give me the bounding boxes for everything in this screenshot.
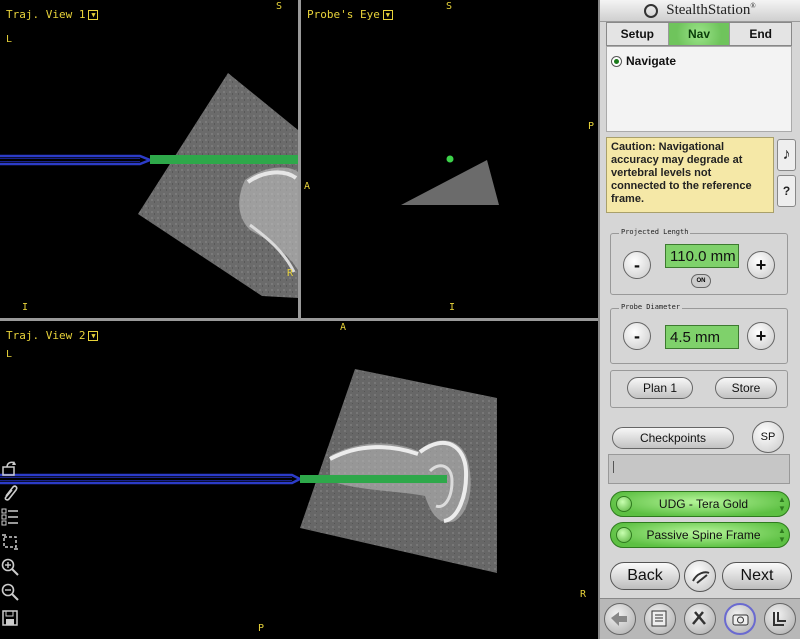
probe-diameter-minus-button[interactable]: -: [623, 322, 651, 350]
tools-icon[interactable]: [684, 603, 716, 635]
radio-selected-icon[interactable]: [611, 55, 622, 67]
orientation-right: P: [588, 121, 595, 132]
status-text-field[interactable]: [608, 454, 790, 484]
checkpoints-button[interactable]: Checkpoints: [612, 427, 734, 449]
help-icon[interactable]: ?: [777, 175, 796, 207]
chevron-down-icon[interactable]: ▼: [382, 9, 393, 20]
device-udg-tera-gold[interactable]: UDG - Tera Gold ▲ ▼: [610, 491, 790, 517]
projected-length-minus-button[interactable]: -: [623, 251, 651, 279]
plan-group: Plan 1 Store: [610, 370, 788, 408]
device-passive-spine-frame[interactable]: Passive Spine Frame ▲ ▼: [610, 522, 790, 548]
control-panel: StealthStation® Setup Nav End Navigate C…: [598, 0, 800, 639]
device-selector-icon[interactable]: ▲ ▼: [775, 526, 789, 544]
projected-length-on-toggle[interactable]: ON: [691, 274, 711, 288]
bottom-toolbar: [600, 598, 800, 639]
save-icon[interactable]: [0, 608, 20, 628]
orientation-left: A: [304, 181, 311, 192]
chevron-down-icon[interactable]: ▼: [88, 9, 99, 20]
tab-setup[interactable]: Setup: [607, 23, 669, 45]
tab-end[interactable]: End: [730, 23, 791, 45]
orientation-top: A: [340, 322, 347, 333]
exit-icon[interactable]: [764, 603, 796, 635]
orientation-top: S: [446, 1, 453, 12]
viewport-title[interactable]: Traj. View 1 ▼: [6, 8, 99, 21]
plan-1-button[interactable]: Plan 1: [627, 377, 693, 399]
projected-length-group: Projected Length - 110.0 mm ON +: [610, 228, 788, 295]
zoom-in-icon[interactable]: [0, 557, 20, 577]
orientation-bottom: P: [258, 623, 265, 634]
camera-icon[interactable]: [724, 603, 756, 635]
viewport-title-label: Traj. View 2: [6, 329, 86, 342]
projected-length-value[interactable]: 110.0 mm: [665, 244, 739, 268]
ct-slice-image: [0, 369, 497, 573]
ct-slice-image: [0, 73, 298, 298]
orientation-bottom: I: [22, 302, 29, 313]
tab-nav[interactable]: Nav: [668, 23, 731, 45]
viewport-traj-view-2[interactable]: Traj. View 2 ▼ A L R P: [0, 321, 598, 639]
sp-button[interactable]: SP: [752, 421, 784, 453]
probe-icon: [692, 571, 710, 584]
viewport-title[interactable]: Traj. View 2 ▼: [6, 329, 99, 342]
device-name: Passive Spine Frame: [646, 528, 761, 542]
store-button[interactable]: Store: [715, 377, 777, 399]
orientation-bottom: I: [449, 302, 456, 313]
list-icon[interactable]: [644, 603, 676, 635]
probe-diameter-value[interactable]: 4.5 mm: [665, 325, 739, 349]
nav-options-list: Navigate: [606, 46, 792, 132]
probe-tool-button[interactable]: [684, 560, 716, 592]
projected-length-plus-button[interactable]: +: [747, 251, 775, 279]
back-button[interactable]: Back: [610, 562, 680, 590]
orientation-top: S: [276, 1, 283, 12]
crop-icon[interactable]: [0, 532, 20, 552]
navigate-option[interactable]: Navigate: [611, 54, 676, 68]
music-note-icon[interactable]: ♪: [777, 139, 796, 171]
probe-diameter-label: Probe Diameter: [619, 303, 683, 311]
viewport-traj-view-1[interactable]: Traj. View 1 ▼ S L I R: [0, 0, 298, 318]
medtronic-logo-icon: [644, 3, 659, 18]
device-selector-icon[interactable]: ▲ ▼: [775, 495, 789, 513]
refresh-icon[interactable]: [0, 458, 20, 478]
device-status-icon: [616, 496, 632, 512]
viewport-title[interactable]: Probe's Eye ▼: [307, 8, 393, 21]
probe-diameter-group: Probe Diameter - 4.5 mm +: [610, 303, 788, 364]
orientation-left: L: [6, 34, 13, 45]
next-button[interactable]: Next: [722, 562, 792, 590]
zoom-out-icon[interactable]: [0, 582, 20, 602]
probe-eye-slice-image: [401, 155, 499, 205]
viewport-probes-eye[interactable]: Probe's Eye ▼ S P A I: [301, 0, 598, 318]
viewport-title-label: Probe's Eye: [307, 8, 380, 21]
projected-length-label: Projected Length: [619, 228, 691, 236]
viewport-title-label: Traj. View 1: [6, 8, 86, 21]
navigate-option-label: Navigate: [626, 54, 677, 68]
orientation-right: R: [287, 268, 294, 279]
device-name: UDG - Tera Gold: [658, 497, 749, 511]
device-status-icon: [616, 527, 632, 543]
brand-title: StealthStation®: [666, 2, 756, 18]
list-icon[interactable]: [0, 507, 20, 527]
orientation-right: R: [580, 589, 587, 600]
probe-target-point: [446, 155, 454, 163]
workflow-tabs: Setup Nav End: [606, 22, 792, 46]
caution-message: Caution: Navigational accuracy may degra…: [606, 137, 774, 213]
orientation-left: L: [6, 349, 13, 360]
probe-diameter-plus-button[interactable]: +: [747, 322, 775, 350]
chevron-down-icon[interactable]: ▼: [88, 330, 99, 341]
undo-arrow-icon[interactable]: [604, 603, 636, 635]
paperclip-icon[interactable]: [0, 482, 20, 502]
brand-header: StealthStation®: [600, 0, 800, 22]
